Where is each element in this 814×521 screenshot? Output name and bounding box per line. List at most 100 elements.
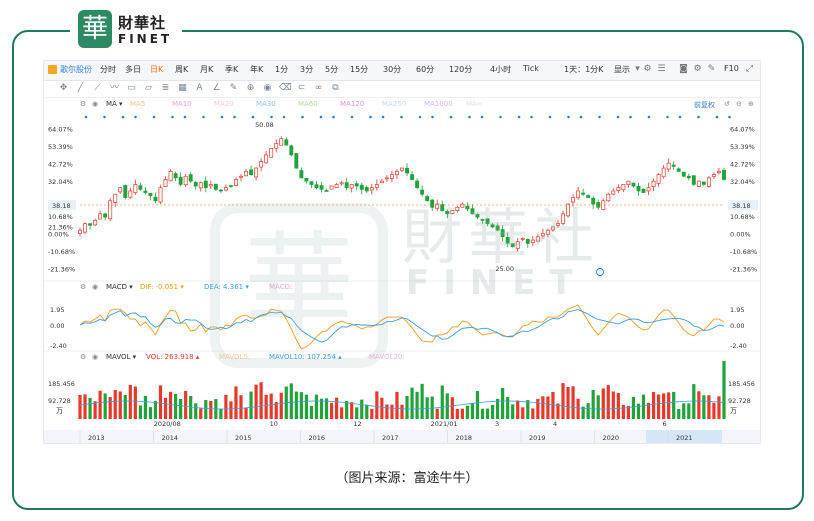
vol-unit-left: 万 [56,407,63,415]
volume-bar [78,394,82,419]
signal-dots [84,115,731,119]
volume-bar [450,397,454,419]
signal-dot [282,115,286,119]
price-tick-right: -10.68% [730,248,757,256]
signal-dot [499,115,502,119]
candle-body [143,190,148,193]
candle-body [621,184,626,191]
vol-unit-right: 万 [730,407,737,415]
volume-bar [143,395,148,419]
candle-body [606,193,611,202]
last-price-left: 38.18 [52,202,71,210]
volume-bar [521,407,525,419]
signal-dot [567,115,570,119]
volume-bar [118,391,122,419]
signal-dot [301,115,304,119]
vol-tick-right: 92.728 [728,397,751,405]
volume-bar [546,396,550,419]
volume-bar [88,397,92,419]
volume-bar [511,404,515,419]
candle-body [339,182,344,185]
candle-body [254,167,259,178]
volume-bar [561,383,565,419]
candle-body [344,182,349,189]
volume-bar [244,407,248,419]
signal-dot [134,115,137,119]
signal-dot [480,115,484,119]
volume-bar [707,395,711,419]
date-label: 2020/08 [154,420,181,428]
volume-bar [158,385,163,419]
volume-bar [435,408,439,419]
volume-bar [692,384,696,419]
watermark-mark: 華 [210,203,388,368]
candle-body [213,183,218,190]
candle-body [249,169,254,175]
volume-bar [113,390,117,419]
macd-tick-right: 0.00 [730,322,744,330]
candle-body [671,164,676,167]
candle-body [616,187,621,191]
volume-bar [138,405,142,419]
macd-dif-label: DIF: -0.051 ▾ [140,283,184,291]
vol-tick-left: 92.728 [48,397,71,405]
signal-dot [647,115,651,119]
vol-visibility-icon: ◉ [92,353,98,361]
candle-body [153,196,158,202]
volume-bar [717,396,721,419]
volume-bar [697,391,701,419]
signal-dot [728,115,731,119]
candle-body [405,167,409,174]
candle-body [646,187,651,192]
candle-body [631,182,636,187]
signal-dot [220,115,224,119]
volume-bar [219,408,223,419]
candle-body [178,176,183,185]
candle-body [239,175,243,178]
candle-body [279,138,284,146]
candle-body [611,190,616,195]
candle-body [183,175,188,186]
candle-body [113,193,118,203]
volume-bar [420,383,424,419]
price-tick-left: -21.36% [48,265,75,273]
price-tick-right: 64.07% [730,126,755,134]
volume-bar [365,404,369,419]
macd-dif-line [79,304,725,350]
macd-tick-right: -2.40 [730,342,747,350]
chart-panel: 歌尔股份 分时 多日 日K 周K 月K 季K 年K 1分 3分 5分 15分 30分 60分 120分 4小… [43,60,761,444]
candle-body [314,184,319,189]
candle-body [661,167,666,178]
volume-bar [536,398,540,419]
signal-dot [152,115,156,119]
volume-bar [455,408,459,419]
signal-dot [530,115,533,119]
signal-dot [381,115,385,119]
candle-body [148,192,153,197]
year-label: 2020 [603,434,620,442]
volume-bar [204,400,208,419]
volume-bar [148,407,153,419]
candle-body [193,181,198,187]
volume-bar [254,384,258,419]
volume-bar [329,402,334,419]
candle-body [158,187,163,203]
volume-bar [209,401,213,419]
date-label: 3 [495,420,499,428]
macd-tick-left: 0.00 [50,322,64,330]
price-tick-left: 0.00% [48,230,69,238]
volume-bar [501,388,505,419]
candle-body [274,143,279,149]
year-label: 2021 [676,434,693,442]
volume-bar [184,390,188,419]
signal-dot [369,115,372,119]
date-label: 4 [553,420,557,428]
signal-dot [517,115,521,119]
date-label: 10 [270,420,278,428]
candle-body [722,169,726,180]
volume-bar [264,394,268,419]
signal-dot [400,115,403,119]
macd-tick-left: 1.95 [50,306,64,314]
volume-bar [682,403,686,419]
signal-dot [449,115,453,119]
